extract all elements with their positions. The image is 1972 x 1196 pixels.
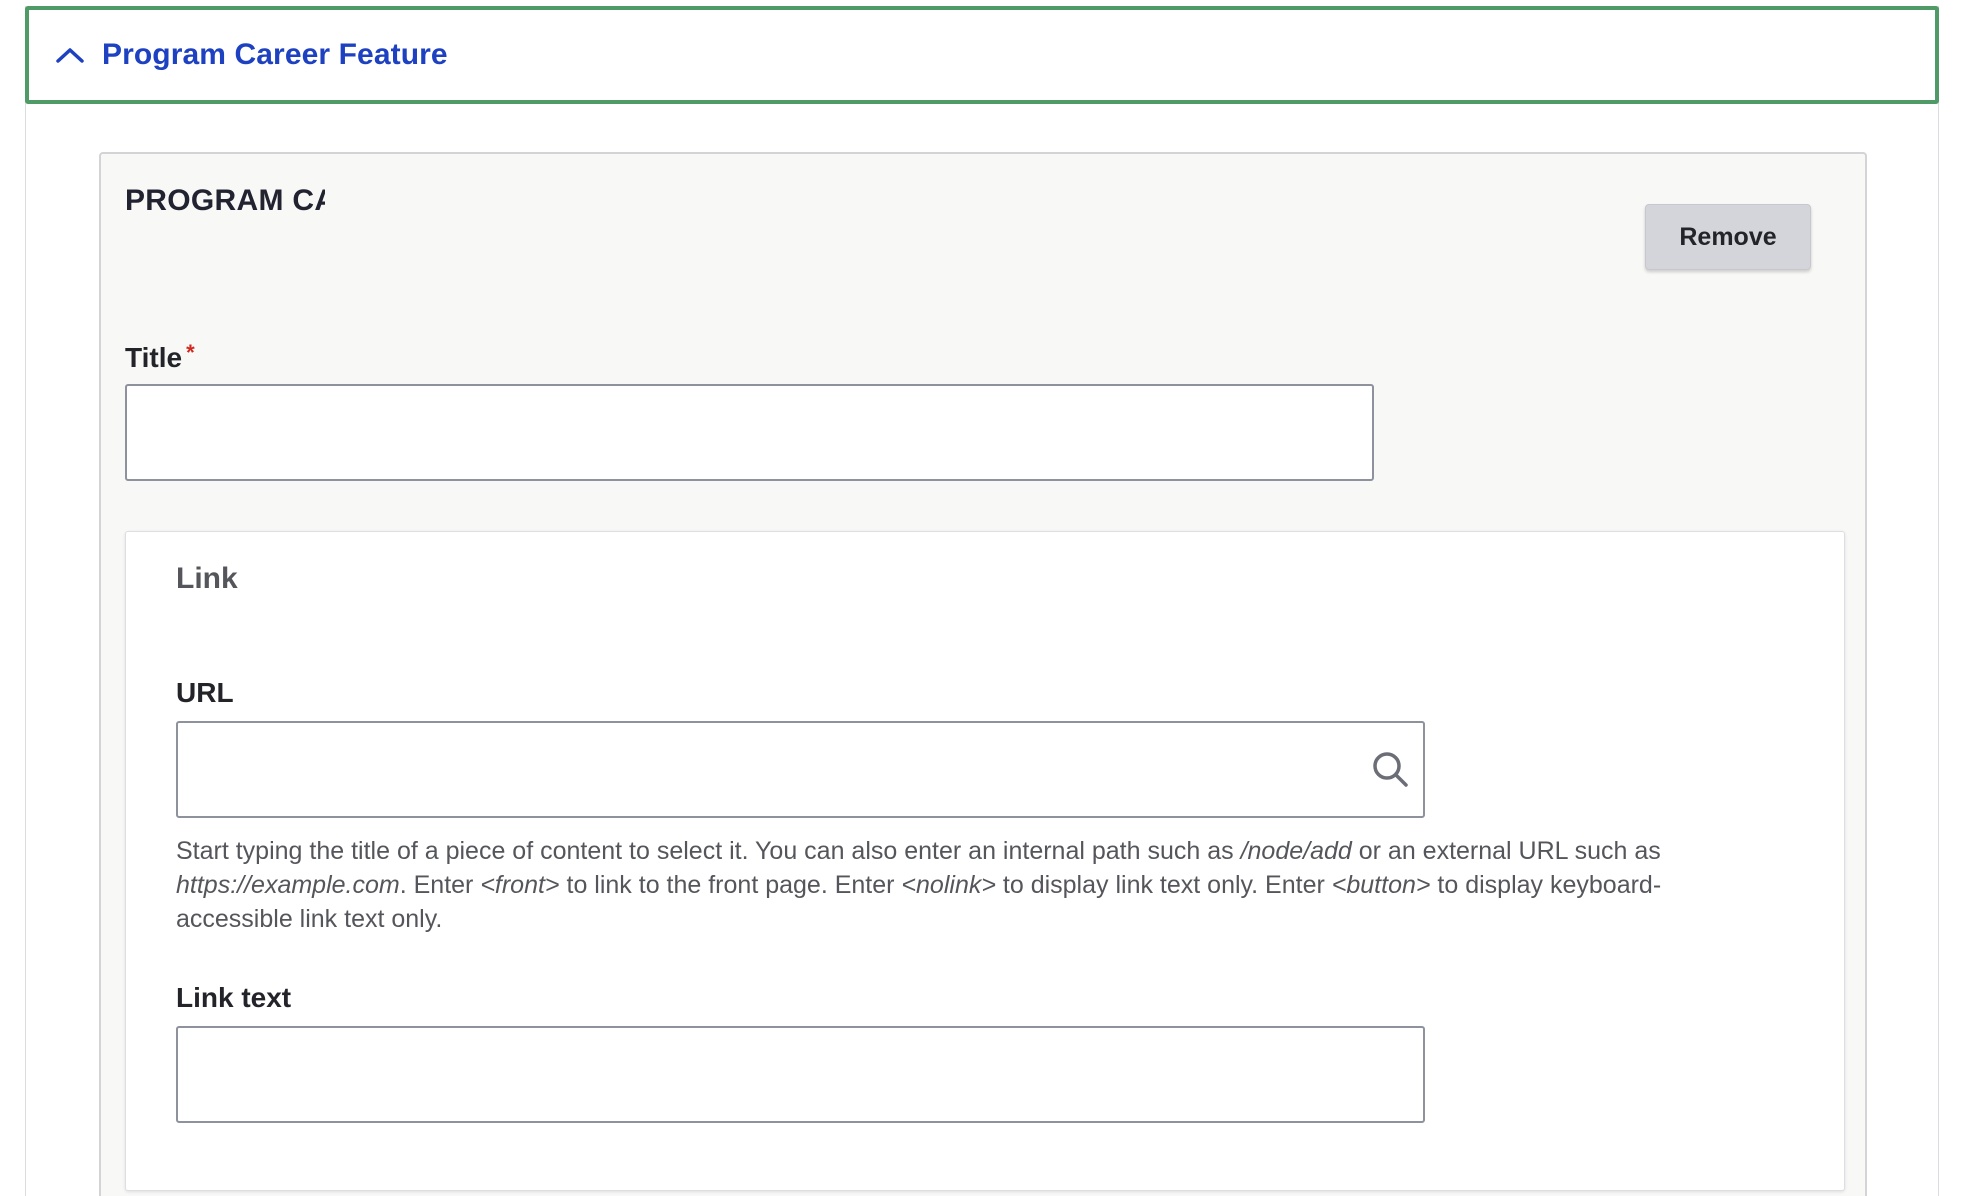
nolink-token: <nolink> — [901, 871, 996, 899]
example-external-url: https://example.com — [176, 871, 400, 899]
title-input[interactable] — [125, 384, 1374, 481]
title-label-text: Title — [125, 342, 183, 373]
url-label: URL — [176, 677, 234, 709]
url-input[interactable] — [176, 721, 1425, 818]
title-label: Title * — [125, 340, 195, 374]
link-text-label: Link text — [176, 982, 291, 1014]
remove-button[interactable]: Remove — [1645, 204, 1811, 270]
link-fieldset: Link URL Start typing the title of a pie… — [125, 531, 1845, 1191]
program-career-feature-summary[interactable]: Program Career Feature — [25, 6, 1939, 104]
paragraph-item: PROGRAM CAREER FEATURE Remove Title * Li… — [99, 152, 1867, 1196]
search-icon — [1371, 750, 1411, 790]
summary-title: Program Career Feature — [102, 38, 448, 71]
chevron-up-icon — [55, 45, 85, 65]
link-text-label-text: Link text — [176, 982, 292, 1013]
url-label-text: URL — [176, 677, 234, 708]
link-legend: Link — [176, 562, 238, 595]
page: Program Career Feature PROGRAM CAREER FE… — [0, 0, 1972, 1196]
link-text-input[interactable] — [176, 1026, 1425, 1123]
url-description: Start typing the title of a piece of con… — [176, 837, 1662, 933]
paragraph-type-label: PROGRAM CAREER FEATURE — [125, 184, 325, 217]
required-marker: * — [186, 340, 195, 365]
button-token: <button> — [1331, 871, 1431, 899]
example-internal-path: /node/add — [1240, 837, 1352, 865]
front-token: <front> — [480, 871, 560, 899]
